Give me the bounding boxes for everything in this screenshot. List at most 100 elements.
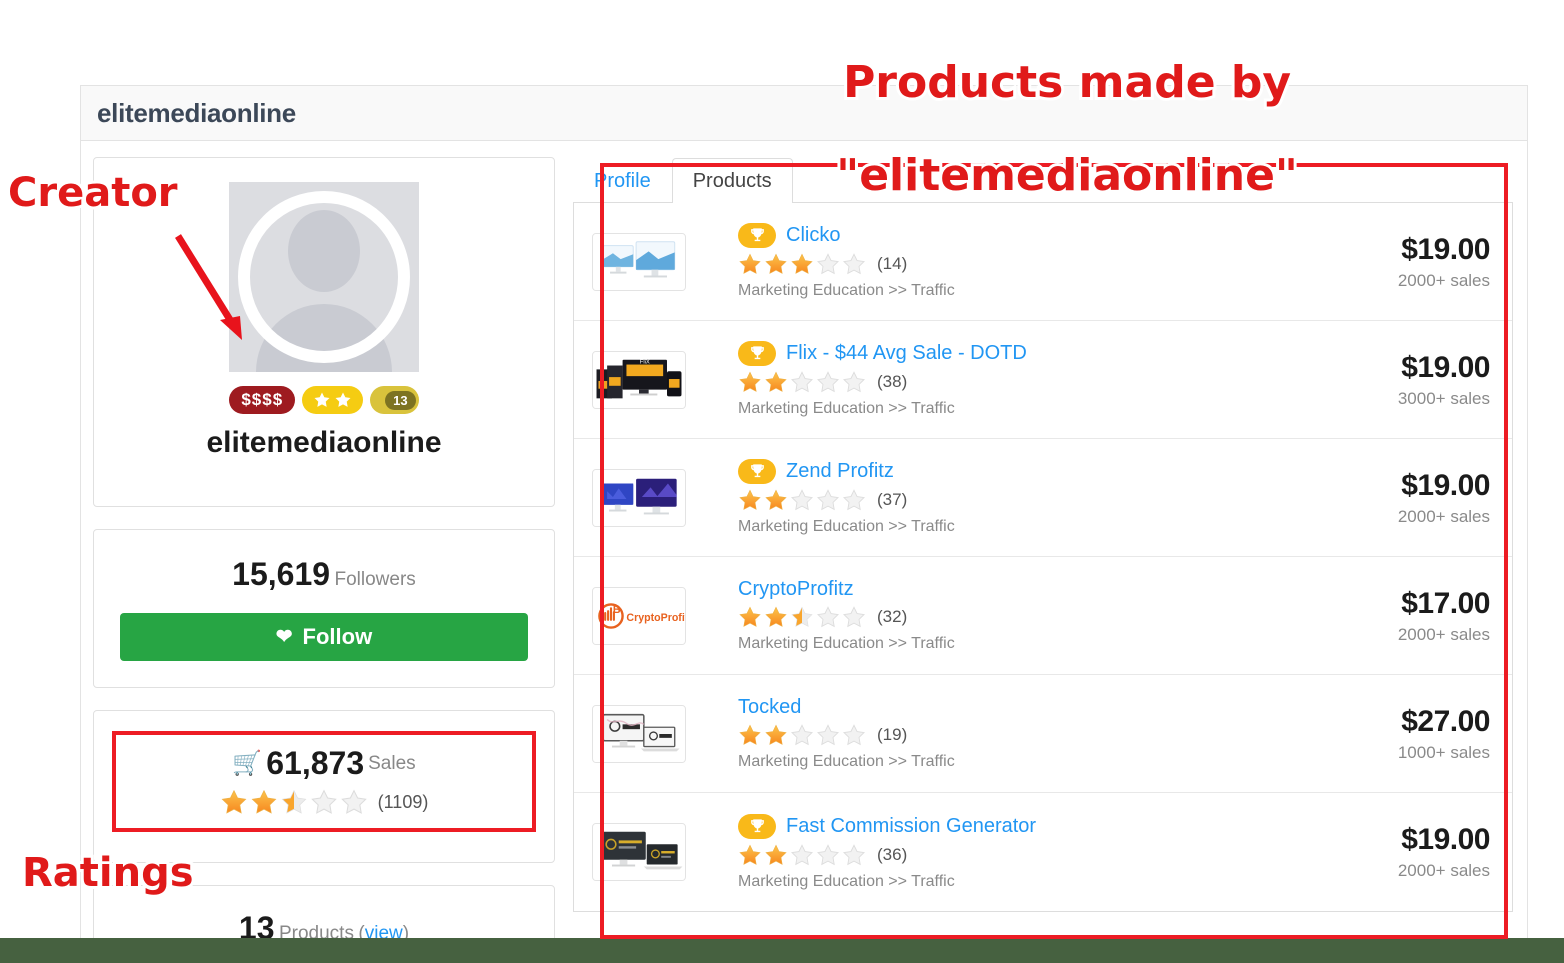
product-category: Marketing Education >> Traffic (738, 635, 955, 652)
product-sales-count: 2000+ sales (1397, 861, 1490, 880)
star-icon-full (221, 789, 247, 814)
zend-profitz-thumbnail (593, 469, 685, 526)
product-thumbnail[interactable]: FliX (592, 350, 686, 409)
product-rating-stars: (32) (738, 605, 1312, 629)
product-trophy-badge (738, 223, 776, 248)
product-row[interactable]: Fast Commission Generator (36) Marketing… (574, 793, 1512, 911)
product-title-link[interactable]: Flix - $44 Avg Sale - DOTD (786, 342, 1027, 365)
product-price: $19.00 (1401, 823, 1490, 856)
badge-products-count: 13 (385, 390, 416, 410)
badge-earnings: $$$$ (229, 386, 296, 414)
follow-button[interactable]: ❤ Follow (120, 613, 528, 661)
product-title-link[interactable]: Tocked (738, 696, 801, 719)
trophy-icon (750, 818, 764, 832)
screenshot-root: elitemediaonline $$$$ 13 elitemediaonlin… (0, 0, 1564, 963)
star-icon-full (765, 606, 787, 627)
product-rating-stars: (36) (738, 843, 1312, 867)
product-row[interactable]: Zend Profitz (37) Marketing Education >>… (574, 439, 1512, 557)
annotation-creator: Creator (5, 167, 181, 219)
product-category: Marketing Education >> Traffic (738, 518, 955, 535)
followers-count: 15,619 (232, 556, 331, 592)
star-icon-empty (791, 371, 813, 393)
star-icon-empty (843, 371, 865, 393)
svg-text:CryptoProfitz: CryptoProfitz (626, 611, 685, 623)
product-info: Fast Commission Generator (36) Marketing… (704, 813, 1312, 891)
product-row[interactable]: FliX Flix - $44 Avg Sale - DOTD (38) Mar… (574, 321, 1512, 439)
product-pricing: $19.00 3000+ sales (1330, 351, 1491, 409)
star-icon-empty (340, 789, 367, 814)
annotation-title: Products made by "elitemediaonline" (775, 14, 1301, 245)
product-thumbnail[interactable] (592, 704, 686, 763)
star-icon-full (739, 253, 761, 274)
product-title-link[interactable]: CryptoProfitz (738, 578, 854, 601)
star-icon-full (791, 253, 813, 274)
sales-panel: 🛒 61,873 Sales (1109) (93, 710, 555, 863)
product-info: Flix - $44 Avg Sale - DOTD (38) Marketin… (704, 341, 1312, 418)
star-icon-empty (310, 789, 337, 814)
product-rating-count: (19) (877, 725, 908, 744)
star-icon-full (739, 844, 761, 865)
product-thumbnail[interactable] (592, 823, 686, 881)
product-pricing: $19.00 2000+ sales (1330, 233, 1491, 291)
badge-earnings-label: $$$$ (241, 390, 284, 409)
product-pricing: $19.00 2000+ sales (1330, 823, 1491, 881)
product-rating-stars: (19) (738, 723, 1312, 747)
star-icon-empty (843, 253, 865, 275)
star-icon-empty (843, 606, 865, 628)
product-trophy-badge (738, 341, 776, 366)
product-thumbnail[interactable] (592, 468, 686, 527)
product-thumbnail[interactable]: B CryptoProfitz (592, 586, 686, 645)
star-icon-full (739, 371, 761, 392)
star-icon-full (765, 844, 787, 865)
tab-profile[interactable]: Profile (573, 158, 672, 203)
product-rating-stars: (14) (738, 252, 1312, 276)
product-sales-count: 2000+ sales (1397, 506, 1490, 526)
cryptoprofitz-thumbnail: B CryptoProfitz (593, 587, 685, 644)
product-info: Zend Profitz (37) Marketing Education >>… (704, 459, 1312, 536)
star-icon-empty (817, 843, 839, 865)
product-title-link[interactable]: Fast Commission Generator (786, 815, 1036, 838)
product-title-row: Fast Commission Generator (738, 813, 1312, 839)
product-title-row: Zend Profitz (738, 459, 1312, 484)
product-sales-count: 2000+ sales (1397, 270, 1490, 290)
star-icon-empty (791, 843, 813, 865)
follow-button-label: Follow (302, 624, 373, 649)
page-title: elitemediaonline (97, 97, 296, 128)
svg-text:B: B (613, 604, 621, 616)
clicko-thumbnail (593, 233, 685, 290)
product-list: Clicko (14) Marketing Education >> Traff… (573, 203, 1513, 912)
followers-stat: 15,619 Followers (120, 556, 528, 593)
product-title-row: Flix - $44 Avg Sale - DOTD (738, 341, 1312, 366)
sales-highlight-box: 🛒 61,873 Sales (1109) (112, 731, 536, 832)
sales-count: 61,873 (266, 745, 365, 781)
product-thumbnail[interactable] (592, 232, 686, 291)
star-icon-empty (843, 843, 865, 865)
product-pricing: $27.00 1000+ sales (1330, 705, 1491, 763)
followers-panel: 15,619 Followers ❤ Follow (93, 529, 555, 688)
star-icon-empty (843, 489, 865, 511)
product-rating-count: (32) (877, 607, 908, 626)
star-icon-empty (817, 724, 839, 746)
creator-rating-count: (1109) (377, 791, 429, 812)
product-category: Marketing Education >> Traffic (738, 282, 955, 299)
product-price: $17.00 (1401, 586, 1490, 620)
sales-label: Sales (368, 752, 416, 774)
star-icon-empty (791, 724, 813, 746)
star-icon-empty (791, 489, 813, 511)
product-info: CryptoProfitz (32) Marketing Education >… (704, 578, 1312, 653)
star-icon (314, 392, 330, 407)
shopping-cart-icon: 🛒 (232, 750, 263, 777)
product-rating-count: (36) (877, 844, 908, 864)
product-trophy-badge (738, 813, 776, 839)
star-icon-full (739, 606, 761, 627)
product-row[interactable]: Tocked (19) Marketing Education >> Traff… (574, 675, 1512, 793)
product-row[interactable]: B CryptoProfitz CryptoProfitz (574, 557, 1512, 675)
red-arrow-icon (175, 234, 242, 340)
creator-badges: $$$$ 13 (94, 386, 554, 414)
product-title-link[interactable]: Zend Profitz (786, 460, 894, 483)
star-icon-empty (817, 489, 839, 511)
star-icon (335, 392, 351, 407)
product-rating-count: (38) (877, 372, 908, 391)
product-category: Marketing Education >> Traffic (738, 400, 955, 417)
star-icon-full (765, 724, 787, 745)
